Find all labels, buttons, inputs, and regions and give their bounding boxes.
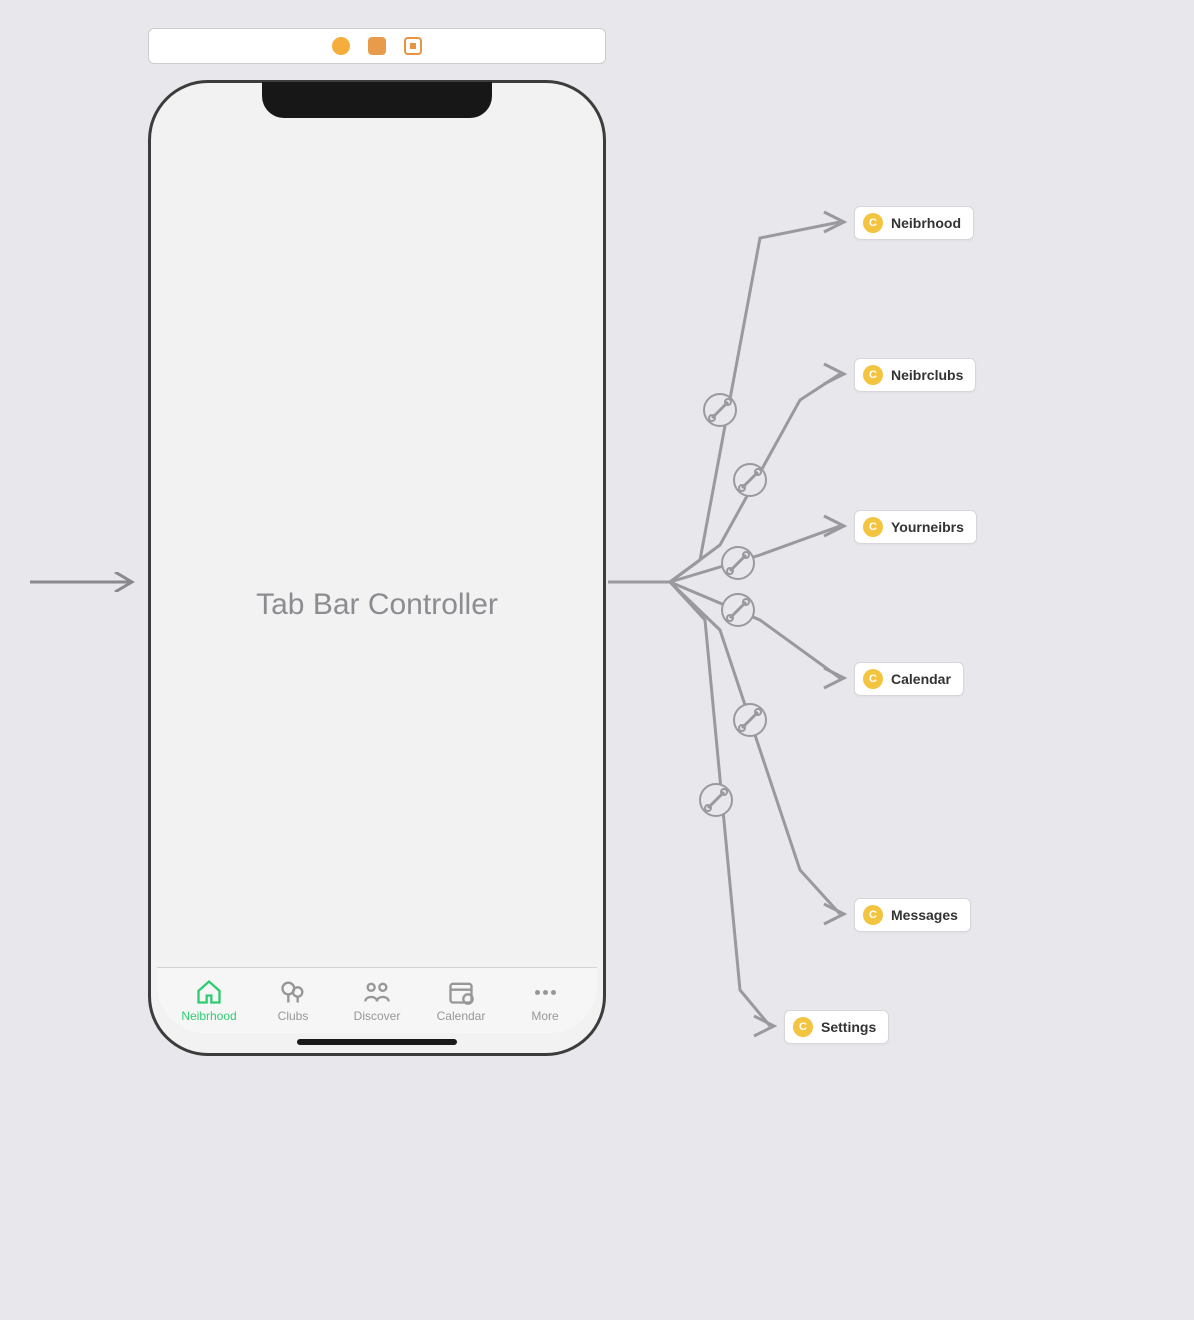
storyboard-scene-icon[interactable] [332,37,350,55]
destination-label: Messages [891,907,958,923]
class-icon[interactable] [368,37,386,55]
destination-label: Neibrhood [891,215,961,231]
tab-clubs[interactable]: Clubs [251,978,335,1023]
calendar-icon [447,978,475,1006]
device-notch [262,82,492,118]
destination-label: Yourneibrs [891,519,964,535]
destination-calendar[interactable]: C Calendar [854,662,964,696]
house-icon [195,978,223,1006]
more-icon [531,978,559,1006]
destination-yourneibrs[interactable]: C Yourneibrs [854,510,977,544]
destination-label: Settings [821,1019,876,1035]
destination-label: Neibrclubs [891,367,963,383]
tab-neibrhood[interactable]: Neibrhood [167,978,251,1023]
people-icon [363,978,391,1006]
tab-label: Clubs [278,1009,309,1023]
tab-calendar[interactable]: Calendar [419,978,503,1023]
scene-title: Tab Bar Controller [151,588,603,622]
tab-label: Neibrhood [181,1009,236,1023]
tab-label: More [531,1009,558,1023]
tab-bar: Neibrhood Clubs Discover Calendar More [157,967,597,1033]
destination-settings[interactable]: C Settings [784,1010,889,1044]
scene-toolbar[interactable] [148,28,606,64]
home-indicator [297,1039,457,1045]
tree-icon [279,978,307,1006]
entry-arrow [30,572,140,592]
destination-label: Calendar [891,671,951,687]
controller-icon: C [863,905,883,925]
controller-icon: C [863,213,883,233]
controller-icon: C [863,365,883,385]
tab-more[interactable]: More [503,978,587,1023]
exit-icon[interactable] [404,37,422,55]
tab-bar-controller-scene[interactable]: Tab Bar Controller Neibrhood Clubs Disco… [148,80,606,1056]
controller-icon: C [863,669,883,689]
controller-icon: C [863,517,883,537]
controller-icon: C [793,1017,813,1037]
tab-label: Calendar [437,1009,486,1023]
tab-discover[interactable]: Discover [335,978,419,1023]
tab-label: Discover [354,1009,401,1023]
destination-neibrclubs[interactable]: C Neibrclubs [854,358,976,392]
destination-neibrhood[interactable]: C Neibrhood [854,206,974,240]
destination-messages[interactable]: C Messages [854,898,971,932]
